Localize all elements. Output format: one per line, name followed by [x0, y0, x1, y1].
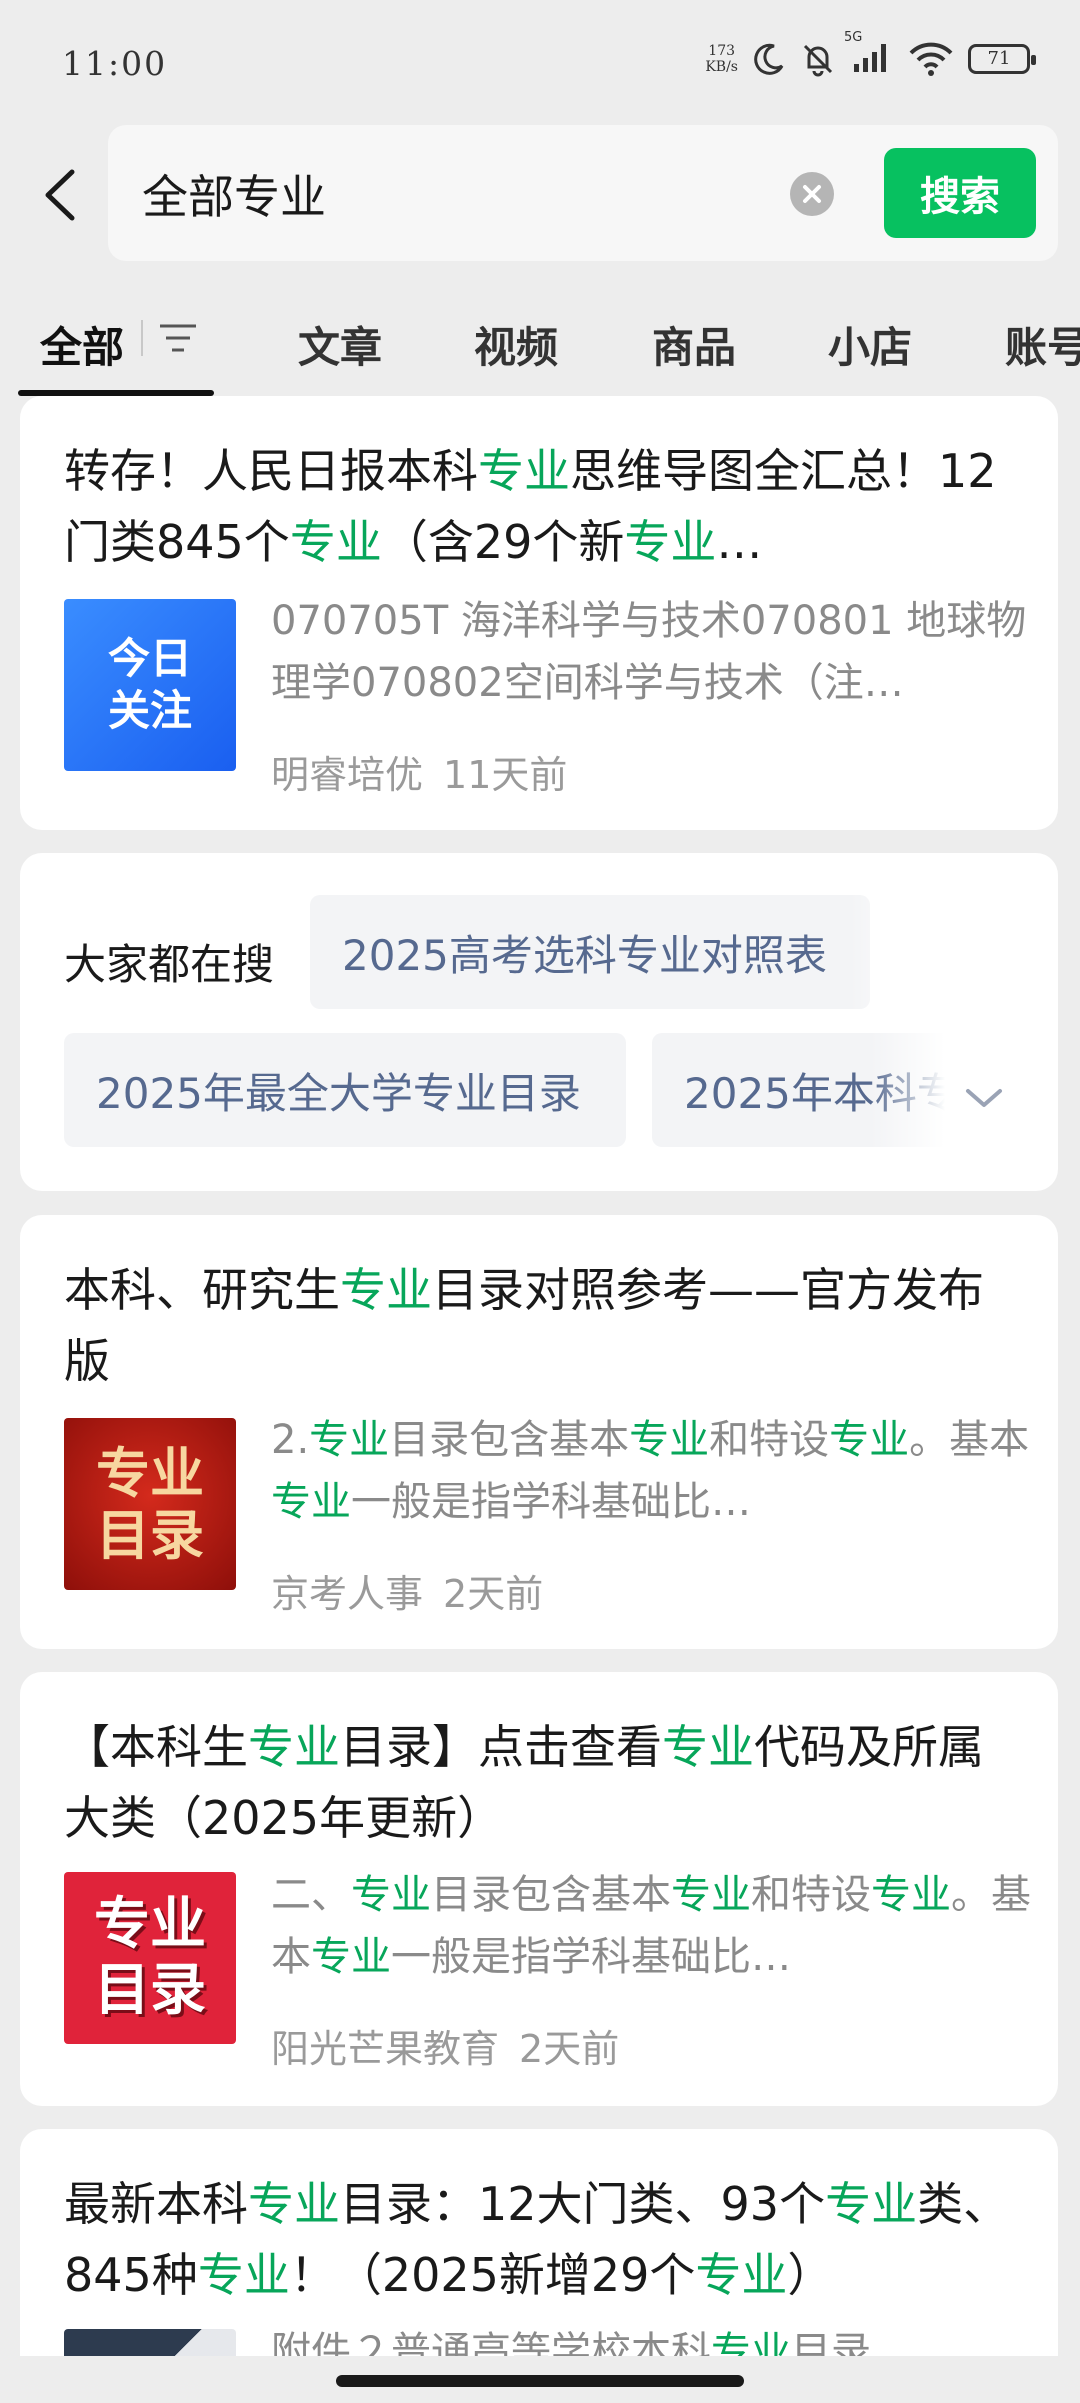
trending-chip[interactable]: 2025年最全大学专业目录 — [64, 1033, 626, 1147]
result-time: 2天前 — [443, 1572, 544, 1616]
title-highlight: 专业 — [197, 2248, 290, 2302]
title-text: 转存！人民日报本科 — [64, 444, 478, 498]
filter-icon[interactable] — [158, 320, 198, 356]
title-highlight: 专业 — [340, 1263, 432, 1317]
thumb-text: 今日 — [107, 634, 192, 683]
network-speed-unit: KB/s — [705, 59, 738, 75]
search-input[interactable]: 全部专业 — [142, 161, 326, 227]
title-text: ） — [787, 2248, 834, 2302]
thumb-text: 专业 — [94, 1892, 206, 1957]
title-highlight: 专业 — [825, 2177, 918, 2231]
tab-all[interactable]: 全部 — [40, 314, 124, 375]
battery-indicator: 71 — [968, 44, 1036, 74]
result-source: 阳光芒果教育 — [271, 2027, 500, 2071]
result-time: 2天前 — [519, 2027, 620, 2071]
result-card[interactable]: 转存！人民日报本科专业思维导图全汇总！12门类845个专业（含29个新专业… 今… — [20, 396, 1058, 830]
moon-icon — [754, 43, 784, 75]
title-highlight: 专业 — [248, 2177, 340, 2231]
signal-icon — [854, 44, 886, 72]
result-thumbnail: 专业 目录 — [64, 1418, 236, 1590]
result-snippet: 附件２普通高等学校本科专业目录 — [271, 2329, 871, 2356]
back-icon[interactable] — [38, 160, 82, 230]
title-text: 【本科生 — [64, 1720, 248, 1774]
thumb-text: 专业 — [96, 1441, 204, 1505]
title-text: … — [716, 515, 763, 569]
trending-label: 大家都在搜 — [64, 940, 275, 989]
tab-videos[interactable]: 视频 — [474, 314, 558, 375]
result-title: 【本科生专业目录】点击查看专业代码及所属大类（2025年更新） — [64, 1712, 1019, 1854]
title-text: ！（2025新增29个 — [289, 2248, 696, 2302]
title-text: （含29个新 — [381, 515, 625, 569]
result-thumbnail: 今日 关注 — [64, 599, 236, 771]
result-thumbnail — [64, 2329, 236, 2356]
status-bar: 11:00 173 KB/s 5G 71 — [0, 0, 1080, 120]
trending-chip[interactable]: 2025高考选科专业对照表 — [310, 895, 870, 1009]
tab-accounts[interactable]: 账号 — [1005, 314, 1080, 375]
network-speed-value: 173 — [708, 43, 736, 59]
result-title: 最新本科专业目录：12大门类、93个专业类、845种专业！（2025新增29个专… — [64, 2169, 1019, 2311]
result-card[interactable]: 【本科生专业目录】点击查看专业代码及所属大类（2025年更新） 专业 目录 二、… — [20, 1672, 1058, 2106]
tab-products[interactable]: 商品 — [652, 314, 736, 375]
search-button[interactable]: 搜索 — [884, 148, 1036, 238]
result-source: 明睿培优 — [271, 753, 424, 797]
result-meta: 阳光芒果教育 2天前 — [271, 2018, 639, 2073]
title-text: 目录】点击查看 — [340, 1720, 662, 1774]
bell-muted-icon — [803, 44, 833, 77]
result-card[interactable]: 最新本科专业目录：12大门类、93个专业类、845种专业！（2025新增29个专… — [20, 2129, 1058, 2356]
search-box: 全部专业 搜索 — [108, 125, 1058, 261]
result-time: 11天前 — [443, 753, 568, 797]
status-icons: 173 KB/s 5G 71 — [705, 30, 1036, 78]
chevron-down-icon[interactable] — [960, 1083, 1008, 1113]
title-text: 目录：12大门类、93个 — [340, 2177, 826, 2231]
title-highlight: 专业 — [695, 2248, 788, 2302]
result-thumbnail: 专业 目录 — [64, 1872, 236, 2044]
network-speed: 173 KB/s — [705, 43, 738, 75]
status-time: 11:00 — [62, 44, 168, 83]
trending-searches-card: 大家都在搜 2025高考选科专业对照表 2025年最全大学专业目录 2025年本… — [20, 853, 1058, 1191]
result-card[interactable]: 本科、研究生专业目录对照参考——官方发布版 专业 目录 2.专业目录包含基本专业… — [20, 1215, 1058, 1649]
title-highlight: 专业 — [289, 515, 382, 569]
thumb-text: 关注 — [107, 686, 192, 735]
chip-fade — [850, 895, 960, 1009]
title-highlight: 专业 — [478, 444, 570, 498]
result-title: 本科、研究生专业目录对照参考——官方发布版 — [64, 1255, 1019, 1397]
title-highlight: 专业 — [624, 515, 717, 569]
result-source: 京考人事 — [271, 1572, 424, 1616]
result-meta: 明睿培优 11天前 — [271, 744, 587, 799]
home-indicator[interactable] — [336, 2375, 744, 2387]
result-snippet: 2.专业目录包含基本专业和特设专业。基本专业一般是指学科基础比… — [271, 1417, 1030, 1525]
result-meta: 京考人事 2天前 — [271, 1563, 563, 1618]
title-highlight: 专业 — [248, 1720, 340, 1774]
result-snippet: 二、专业目录包含基本专业和特设专业。基本专业一般是指学科基础比… — [271, 1872, 1031, 1980]
search-header: 全部专业 搜索 — [0, 120, 1080, 270]
network-type: 5G — [844, 30, 863, 45]
result-title: 转存！人民日报本科专业思维导图全汇总！12门类845个专业（含29个新专业… — [64, 436, 1019, 578]
wifi-icon — [909, 42, 953, 76]
title-text: 最新本科 — [64, 2177, 248, 2231]
results-list: 转存！人民日报本科专业思维导图全汇总！12门类845个专业（含29个新专业… 今… — [0, 396, 1080, 2356]
tab-shops[interactable]: 小店 — [828, 314, 912, 375]
result-snippet: 070705T 海洋科学与技术070801 地球物理学070802空间科学与技术… — [271, 598, 1027, 706]
tab-divider — [141, 320, 143, 356]
cellular-signal: 5G — [844, 30, 894, 78]
clear-icon[interactable] — [790, 172, 834, 216]
title-highlight: 专业 — [662, 1720, 754, 1774]
thumb-text: 目录 — [96, 1503, 204, 1567]
thumb-text: 目录 — [94, 1958, 206, 2023]
tab-articles[interactable]: 文章 — [298, 314, 382, 375]
title-text: 本科、研究生 — [64, 1263, 340, 1317]
category-tabs: 全部 文章 视频 商品 小店 账号 — [0, 290, 1080, 396]
